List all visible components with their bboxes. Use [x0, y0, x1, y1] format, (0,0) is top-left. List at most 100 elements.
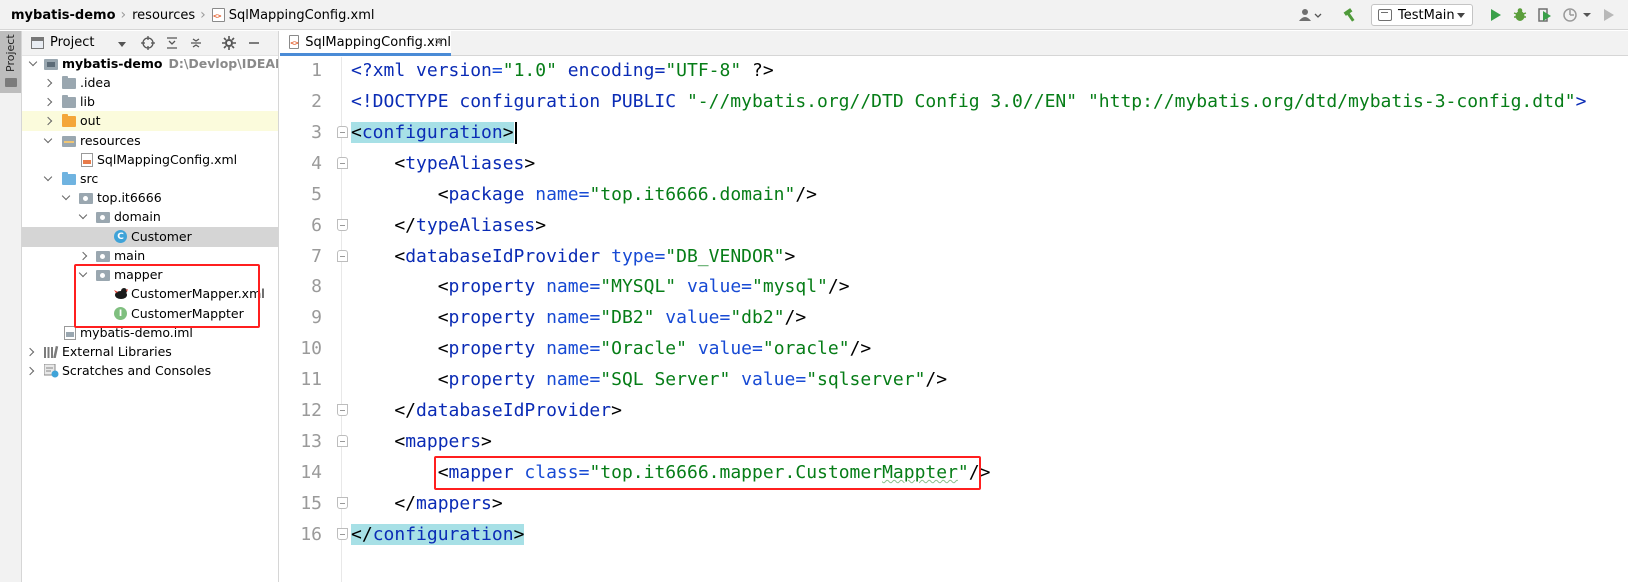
project-panel: Project mybatis-demoD:\Devlop\IDEAProje …	[22, 31, 279, 582]
chevron-right-icon[interactable]	[25, 366, 35, 376]
tree-item-label: domain	[114, 209, 161, 224]
run-icon[interactable]	[1487, 0, 1505, 30]
xml-file-icon	[289, 35, 300, 49]
line-number: 1	[311, 60, 322, 81]
settings-gear-icon[interactable]	[221, 35, 237, 51]
code-line-15: </mappers>	[351, 493, 503, 514]
tree-item-customermapper-xml[interactable]: CustomerMapper.xml	[22, 284, 278, 304]
tree-item-customer[interactable]: C Customer	[22, 227, 278, 247]
tree-item-idea[interactable]: .idea	[22, 73, 278, 93]
profile-icon[interactable]	[1560, 0, 1580, 30]
chevron-down-icon[interactable]	[43, 172, 53, 182]
tree-item-iml[interactable]: mybatis-demo.iml	[22, 323, 278, 343]
fold-marker-icon[interactable]	[337, 404, 348, 416]
chevron-down-icon[interactable]	[28, 57, 38, 67]
fold-marker-icon[interactable]	[337, 157, 348, 169]
line-number: 6	[311, 215, 322, 236]
chevron-down-icon[interactable]	[43, 134, 53, 144]
chevron-down-icon[interactable]	[78, 268, 88, 278]
source-folder-icon	[62, 172, 76, 185]
class-icon: C	[114, 230, 127, 243]
tree-item-scratches[interactable]: Scratches and Consoles	[22, 361, 278, 381]
build-hammer-icon[interactable]	[1339, 0, 1361, 30]
fold-marker-icon[interactable]	[337, 126, 348, 138]
chevron-right-icon[interactable]	[43, 97, 53, 107]
chevron-right-icon[interactable]	[25, 347, 35, 357]
library-icon	[44, 346, 59, 359]
code-line-10: <property name="Oracle" value="oracle"/>	[351, 338, 872, 359]
user-icon[interactable]	[1296, 0, 1324, 30]
breadcrumb-folder[interactable]: resources	[132, 8, 195, 23]
line-number: 15	[300, 493, 322, 514]
hide-icon[interactable]	[246, 35, 262, 51]
chevron-down-icon[interactable]	[118, 42, 126, 47]
line-number: 12	[300, 400, 322, 421]
chevron-down-icon[interactable]	[78, 210, 88, 220]
tree-item-label: Customer	[131, 229, 192, 244]
code-line-9: <property name="DB2" value="db2"/>	[351, 307, 807, 328]
tree-item-label: resources	[80, 133, 141, 148]
code-line-16: </configuration>	[351, 524, 525, 545]
tree-item-package-top[interactable]: top.it6666	[22, 188, 278, 208]
package-icon	[96, 212, 110, 223]
tree-item-label: out	[80, 113, 101, 128]
fold-marker-icon[interactable]	[337, 497, 348, 509]
navigation-bar: mybatis-demo › resources › SqlMappingCon…	[0, 0, 1628, 30]
chevron-right-icon[interactable]	[43, 116, 53, 126]
tree-item-mybatis-demo[interactable]: mybatis-demoD:\Devlop\IDEAProje	[22, 54, 278, 74]
tree-item-out[interactable]: out	[22, 111, 278, 131]
expand-all-icon[interactable]	[164, 35, 180, 51]
tab-sqlmappingconfig[interactable]: SqlMappingConfig.xml ×	[280, 31, 451, 56]
close-icon[interactable]: ×	[433, 35, 444, 50]
tree-item-label: mybatis-demoD:\Devlop\IDEAProje	[62, 56, 278, 71]
project-panel-title[interactable]: Project	[50, 35, 94, 50]
code-line-4: <typeAliases>	[351, 153, 536, 174]
tree-item-mapper[interactable]: mapper	[22, 265, 278, 285]
run-configuration-select[interactable]: TestMain	[1371, 4, 1473, 26]
breadcrumb-project[interactable]: mybatis-demo	[11, 8, 116, 23]
breadcrumb: mybatis-demo › resources › SqlMappingCon…	[11, 0, 374, 30]
tree-item-src[interactable]: src	[22, 169, 278, 189]
configuration-icon	[1378, 9, 1392, 21]
fold-marker-icon[interactable]	[337, 250, 348, 262]
tree-item-label: src	[80, 171, 99, 186]
mybatis-bird-icon	[114, 287, 128, 299]
tree-item-lib[interactable]: lib	[22, 92, 278, 112]
code-line-14: <mapper class="top.it6666.mapper.Custome…	[351, 462, 991, 483]
package-icon	[79, 193, 93, 204]
coverage-icon[interactable]	[1535, 0, 1555, 30]
text-caret	[514, 122, 517, 144]
tree-item-main[interactable]: main	[22, 246, 278, 266]
project-tool-tab[interactable]: Project	[0, 31, 21, 93]
project-tool-label: Project	[4, 34, 17, 72]
fold-marker-icon[interactable]	[337, 435, 348, 447]
more-run-icon[interactable]	[1600, 0, 1618, 30]
module-file-icon	[64, 326, 76, 340]
tree-item-customermappter[interactable]: I CustomerMappter	[22, 304, 278, 324]
chevron-down-icon[interactable]	[1580, 0, 1594, 30]
fold-marker-icon[interactable]	[337, 219, 348, 231]
tree-item-label: Scratches and Consoles	[62, 363, 212, 378]
collapse-all-icon[interactable]	[188, 35, 204, 51]
tree-item-sqlmappingconfig[interactable]: SqlMappingConfig.xml	[22, 150, 278, 170]
line-number: 7	[311, 246, 322, 267]
breadcrumb-separator-icon: ›	[120, 7, 127, 23]
tree-item-domain[interactable]: domain	[22, 207, 278, 227]
xml-file-icon	[81, 153, 93, 167]
tree-item-resources[interactable]: resources	[22, 131, 278, 151]
scratches-icon	[43, 363, 59, 378]
tree-item-label: External Libraries	[62, 344, 172, 359]
chevron-right-icon[interactable]	[43, 78, 53, 88]
tree-item-label: lib	[80, 94, 95, 109]
debug-icon[interactable]	[1510, 0, 1530, 30]
breadcrumb-file[interactable]: SqlMappingConfig.xml	[229, 8, 375, 23]
fold-marker-icon[interactable]	[337, 528, 348, 540]
locate-icon[interactable]	[140, 35, 156, 51]
tool-window-strip: Project	[0, 31, 22, 582]
tree-item-external-libraries[interactable]: External Libraries	[22, 342, 278, 362]
chevron-down-icon[interactable]	[61, 191, 71, 201]
code-line-6: </typeAliases>	[351, 215, 547, 236]
interface-icon: I	[114, 307, 127, 320]
chevron-right-icon[interactable]	[78, 251, 88, 261]
line-number: 8	[311, 276, 322, 297]
